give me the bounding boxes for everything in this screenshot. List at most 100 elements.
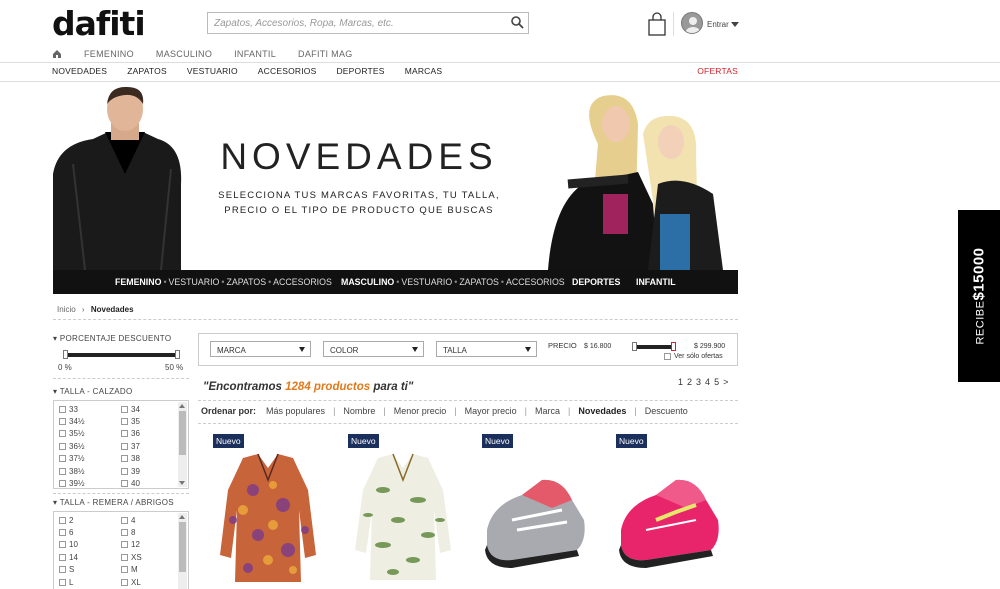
nav-novedades[interactable]: NOVEDADES [52, 66, 107, 79]
shoe-size-scrollbar[interactable] [178, 402, 187, 487]
discount-slider-min-handle[interactable] [63, 350, 68, 359]
checkbox[interactable] [59, 516, 66, 524]
sort-name[interactable]: Nombre [343, 406, 375, 416]
shirt-size-option[interactable]: 4 [121, 514, 177, 526]
banner-femenino-link[interactable]: FEMENINO [115, 277, 161, 287]
nav-femenino[interactable]: FEMENINO [84, 49, 134, 59]
discount-slider-max-handle[interactable] [175, 350, 180, 359]
offers-only-checkbox[interactable]: Ver sólo ofertas [664, 353, 723, 360]
search-input[interactable] [208, 13, 498, 34]
shirt-size-option[interactable]: M [121, 564, 177, 576]
checkbox[interactable] [121, 467, 128, 475]
scroll-down-icon[interactable] [179, 481, 185, 485]
price-slider-track[interactable] [634, 345, 674, 349]
shoe-size-option[interactable]: 36 [121, 428, 177, 440]
product-card[interactable]: Nuevo [348, 434, 468, 589]
shirt-size-option[interactable]: 10 [59, 539, 121, 551]
product-card[interactable]: Nuevo [616, 434, 736, 589]
shoe-size-option[interactable]: 35 [121, 415, 177, 427]
scroll-thumb[interactable] [179, 522, 186, 572]
shoe-size-option[interactable]: 37½ [59, 453, 121, 465]
checkbox[interactable] [59, 566, 66, 574]
page-2[interactable]: 2 [687, 377, 692, 387]
product-image[interactable] [348, 450, 458, 586]
checkbox[interactable] [59, 553, 66, 561]
shirt-size-option[interactable]: L [59, 576, 121, 588]
product-image[interactable] [616, 450, 726, 586]
banner-mas-vestuario[interactable]: VESTUARIO [401, 277, 452, 287]
page-1[interactable]: 1 [678, 377, 683, 387]
page-5[interactable]: 5 [714, 377, 719, 387]
shirt-size-option[interactable]: 2 [59, 514, 121, 526]
shoe-size-option[interactable]: 39½ [59, 477, 121, 488]
checkbox[interactable] [59, 541, 66, 549]
banner-fem-accesorios[interactable]: ACCESORIOS [273, 277, 332, 287]
shoe-size-option[interactable]: 34½ [59, 415, 121, 427]
checkbox[interactable] [59, 480, 66, 488]
banner-infantil-link[interactable]: INFANTIL [636, 277, 676, 287]
shirt-size-scrollbar[interactable] [178, 513, 187, 589]
nav-infantil[interactable]: INFANTIL [234, 49, 276, 59]
banner-deportes-link[interactable]: DEPORTES [572, 277, 620, 287]
checkbox[interactable] [121, 516, 128, 524]
checkbox[interactable] [59, 405, 66, 413]
checkbox[interactable] [59, 418, 66, 426]
banner-fem-vestuario[interactable]: VESTUARIO [169, 277, 220, 287]
dafiti-logo[interactable]: dafiti [52, 4, 146, 43]
checkbox[interactable] [121, 455, 128, 463]
product-image[interactable] [213, 450, 323, 586]
checkbox[interactable] [59, 578, 66, 586]
sort-popular[interactable]: Más populares [266, 406, 325, 416]
checkbox[interactable] [59, 442, 66, 450]
shoe-size-filter-title[interactable]: ▾ TALLA - CALZADO [53, 387, 133, 396]
nav-vestuario[interactable]: VESTUARIO [187, 66, 238, 79]
scroll-up-icon[interactable] [179, 404, 185, 408]
checkbox[interactable] [121, 578, 128, 586]
checkbox[interactable] [121, 529, 128, 537]
shoe-size-option[interactable]: 38 [121, 453, 177, 465]
checkbox[interactable] [59, 529, 66, 537]
checkbox[interactable] [121, 405, 128, 413]
color-dropdown[interactable]: COLOR [323, 341, 424, 357]
shoe-size-option[interactable]: 36½ [59, 440, 121, 452]
shirt-size-option[interactable]: 8 [121, 526, 177, 538]
checkbox[interactable] [121, 418, 128, 426]
shirt-size-filter-title[interactable]: ▾ TALLA - REMERA / ABRIGOS [53, 498, 174, 507]
shoe-size-option[interactable]: 33 [59, 403, 121, 415]
shirt-size-option[interactable]: S [59, 564, 121, 576]
product-card[interactable]: Nuevo [213, 434, 333, 589]
login-link[interactable]: Entrar [707, 20, 729, 29]
checkbox[interactable] [121, 442, 128, 450]
shoe-size-option[interactable]: 34 [121, 403, 177, 415]
price-slider-min-handle[interactable] [632, 342, 637, 351]
nav-accesorios[interactable]: ACCESORIOS [258, 66, 317, 79]
shoe-size-option[interactable]: 35½ [59, 428, 121, 440]
checkbox[interactable] [121, 553, 128, 561]
shirt-size-option[interactable]: 12 [121, 539, 177, 551]
price-slider-max-handle[interactable] [671, 342, 676, 351]
banner-masculino-link[interactable]: MASCULINO [341, 277, 394, 287]
shoe-size-option[interactable]: 39 [121, 465, 177, 477]
sort-newest[interactable]: Novedades [578, 406, 626, 416]
checkbox[interactable] [121, 541, 128, 549]
shirt-size-option[interactable]: 6 [59, 526, 121, 538]
shopping-bag-icon[interactable] [648, 12, 666, 41]
search-icon[interactable] [510, 15, 524, 34]
size-dropdown[interactable]: TALLA [436, 341, 537, 357]
shoe-size-option[interactable]: 38½ [59, 465, 121, 477]
checkbox[interactable] [121, 566, 128, 574]
checkbox[interactable] [121, 430, 128, 438]
page-3[interactable]: 3 [696, 377, 701, 387]
nav-marcas[interactable]: MARCAS [405, 66, 443, 79]
sort-discount[interactable]: Descuento [645, 406, 688, 416]
promo-tab[interactable]: RECIBE$15000 [958, 210, 1000, 382]
sort-price-high[interactable]: Mayor precio [465, 406, 517, 416]
discount-filter-title[interactable]: ▾ PORCENTAJE DESCUENTO [53, 334, 171, 343]
page-4[interactable]: 4 [705, 377, 710, 387]
breadcrumb-home[interactable]: Inicio [57, 305, 76, 314]
product-card[interactable]: Nuevo [482, 434, 602, 589]
shirt-size-option[interactable]: XS [121, 551, 177, 563]
product-image[interactable] [482, 450, 592, 586]
scroll-up-icon[interactable] [179, 515, 185, 519]
shirt-size-option[interactable]: 14 [59, 551, 121, 563]
